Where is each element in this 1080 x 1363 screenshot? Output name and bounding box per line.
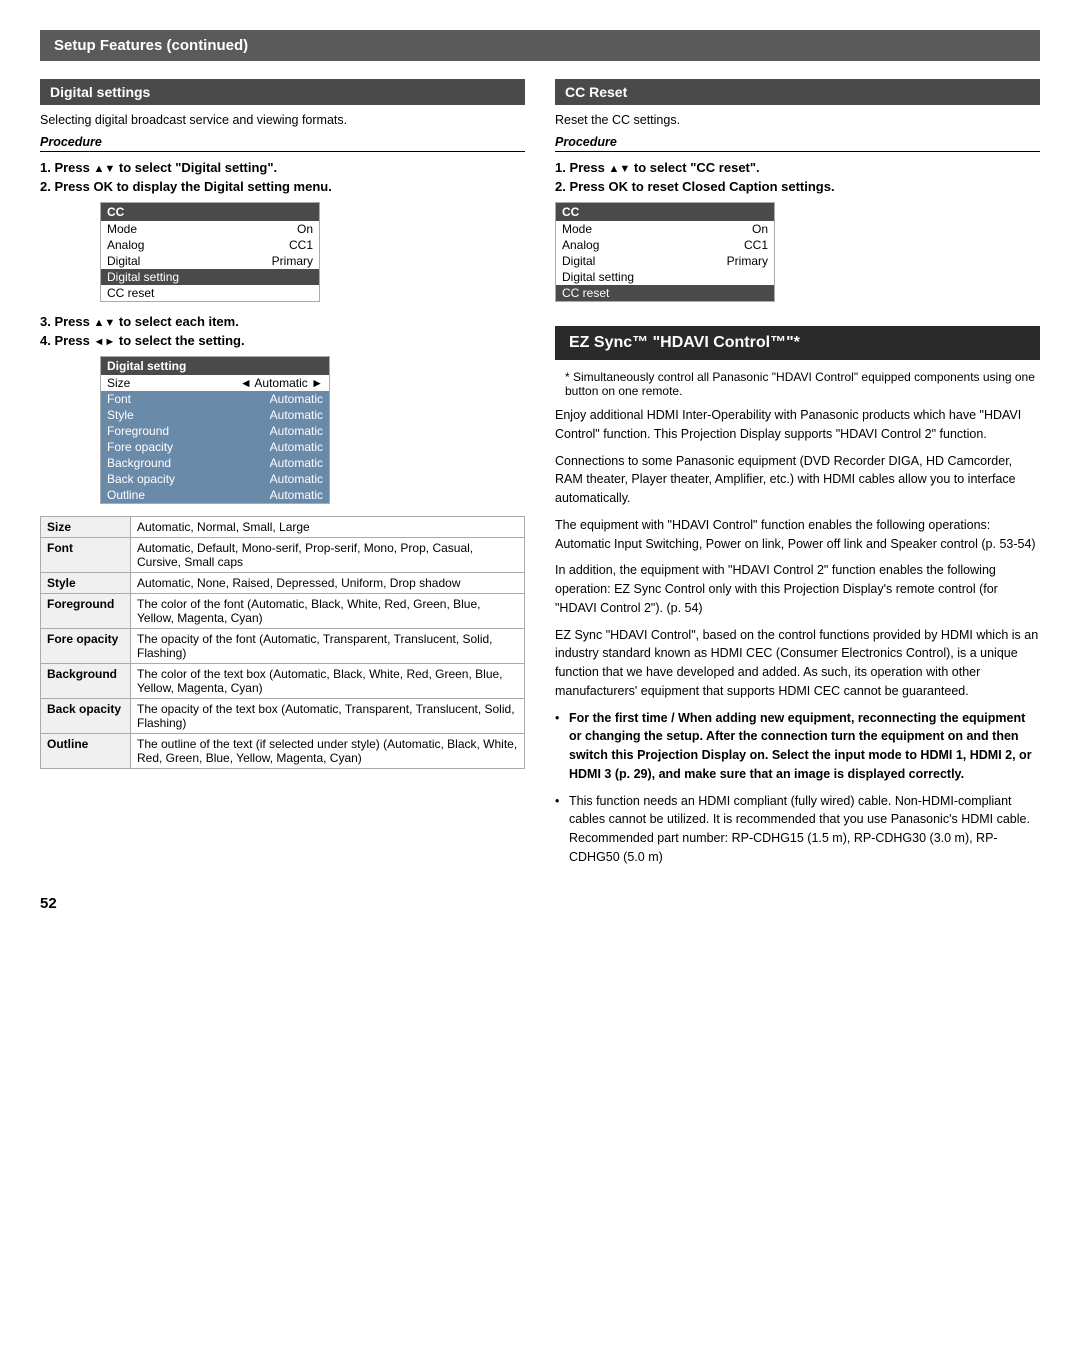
digital-setting-menu: Digital setting Size ◄ Automatic ► FontA… [100, 356, 330, 504]
cc-menu-cc-reset: CC reset [101, 285, 319, 301]
cc-menu-mode: ModeOn [101, 221, 319, 237]
table-row: Style Automatic, None, Raised, Depressed… [41, 573, 525, 594]
ds-size: Size ◄ Automatic ► [101, 375, 329, 391]
digital-settings-desc: Selecting digital broadcast service and … [40, 113, 525, 127]
table-row: Back opacity The opacity of the text box… [41, 699, 525, 734]
table-row: Font Automatic, Default, Mono-serif, Pro… [41, 538, 525, 573]
cc-menu-digital-setting: Digital setting [101, 269, 319, 285]
cc-reset-header: CC Reset [555, 79, 1040, 105]
ds-fore-opacity: Fore opacityAutomatic [101, 439, 329, 455]
ez-sync-para-2: Connections to some Panasonic equipment … [555, 452, 1040, 508]
cc-menu-analog: AnalogCC1 [101, 237, 319, 253]
page-header: Setup Features (continued) [40, 30, 1040, 61]
ds-background: BackgroundAutomatic [101, 455, 329, 471]
ez-sync-para-5: EZ Sync "HDAVI Control", based on the co… [555, 626, 1040, 701]
right-column: CC Reset Reset the CC settings. Procedur… [555, 79, 1040, 875]
cc-reset-menu-title: CC [556, 203, 774, 221]
cc-reset-steps: 1. Press ▲▼ to select "CC reset". 2. Pre… [555, 160, 1040, 194]
step-cc-1: 1. Press ▲▼ to select "CC reset". [555, 160, 1040, 175]
digital-ref-table: Size Automatic, Normal, Small, Large Fon… [40, 516, 525, 769]
ez-sync-header: EZ Sync™ "HDAVI Control™"* [555, 326, 1040, 360]
cc-menu: CC ModeOn AnalogCC1 DigitalPrimary Digit… [100, 202, 320, 302]
digital-settings-header: Digital settings [40, 79, 525, 105]
digital-steps: 1. Press ▲▼ to select "Digital setting".… [40, 160, 525, 194]
table-row: Background The color of the text box (Au… [41, 664, 525, 699]
ez-sync-section: EZ Sync™ "HDAVI Control™"* * Simultaneou… [555, 326, 1040, 867]
cc-reset-menu: CC ModeOn AnalogCC1 DigitalPrimary Digit… [555, 202, 775, 302]
left-column: Digital settings Selecting digital broad… [40, 79, 525, 875]
step-2: 2. Press OK to display the Digital setti… [40, 179, 525, 194]
ez-sync-note: * Simultaneously control all Panasonic "… [555, 370, 1040, 398]
step-4: 4. Press ◄► to select the setting. [40, 333, 525, 348]
ds-foreground: ForegroundAutomatic [101, 423, 329, 439]
step-cc-2: 2. Press OK to reset Closed Caption sett… [555, 179, 1040, 194]
ds-font: FontAutomatic [101, 391, 329, 407]
step-3: 3. Press ▲▼ to select each item. [40, 314, 525, 329]
ez-sync-para-1: Enjoy additional HDMI Inter-Operability … [555, 406, 1040, 444]
ccr-digital: DigitalPrimary [556, 253, 774, 269]
digital-settings-section: Digital settings Selecting digital broad… [40, 79, 525, 769]
ds-style: StyleAutomatic [101, 407, 329, 423]
bullet-item-1: For the first time / When adding new equ… [555, 709, 1040, 784]
ds-outline: OutlineAutomatic [101, 487, 329, 503]
cc-menu-title: CC [101, 203, 319, 221]
ez-sync-para-4: In addition, the equipment with "HDAVI C… [555, 561, 1040, 617]
step-1: 1. Press ▲▼ to select "Digital setting". [40, 160, 525, 175]
page-number: 52 [40, 895, 1040, 912]
table-row: Outline The outline of the text (if sele… [41, 734, 525, 769]
ccr-analog: AnalogCC1 [556, 237, 774, 253]
procedure-label-cc-reset: Procedure [555, 135, 1040, 152]
table-row: Fore opacity The opacity of the font (Au… [41, 629, 525, 664]
digital-setting-menu-title: Digital setting [101, 357, 329, 375]
cc-reset-desc: Reset the CC settings. [555, 113, 1040, 127]
ccr-digital-setting: Digital setting [556, 269, 774, 285]
ccr-cc-reset: CC reset [556, 285, 774, 301]
ez-sync-para-3: The equipment with "HDAVI Control" funct… [555, 516, 1040, 554]
digital-steps-2: 3. Press ▲▼ to select each item. 4. Pres… [40, 314, 525, 348]
table-row: Foreground The color of the font (Automa… [41, 594, 525, 629]
bullet-item-2: This function needs an HDMI compliant (f… [555, 792, 1040, 867]
cc-menu-digital: DigitalPrimary [101, 253, 319, 269]
ds-back-opacity: Back opacityAutomatic [101, 471, 329, 487]
procedure-label-digital: Procedure [40, 135, 525, 152]
table-row: Size Automatic, Normal, Small, Large [41, 517, 525, 538]
cc-reset-section: CC Reset Reset the CC settings. Procedur… [555, 79, 1040, 302]
ccr-mode: ModeOn [556, 221, 774, 237]
